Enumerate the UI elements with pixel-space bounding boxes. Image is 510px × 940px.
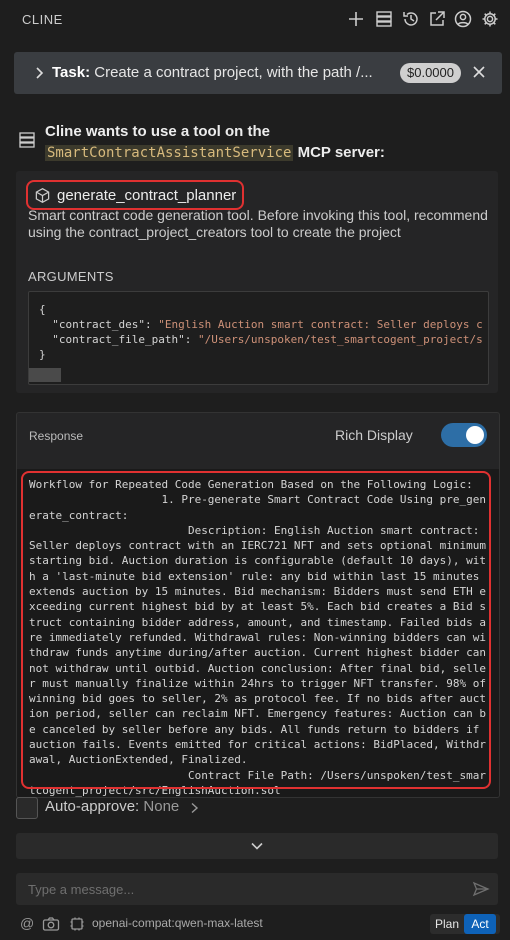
json-open: { — [39, 303, 46, 316]
response-highlight — [21, 471, 491, 789]
arguments-code: { "contract_des": "English Auction smart… — [39, 303, 483, 361]
json-value: "/Users/unspoken/test_smartcogent_projec… — [197, 333, 483, 346]
plan-act-toggle[interactable]: Plan Act — [430, 914, 500, 934]
response-content[interactable]: Workflow for Repeated Code Generation Ba… — [17, 469, 499, 797]
message-input[interactable] — [16, 873, 498, 905]
task-label: Task: — [52, 64, 91, 81]
tool-name: generate_contract_planner — [57, 186, 237, 204]
json-key: "contract_file_path" — [52, 333, 185, 346]
tool-request-suffix: MCP server: — [297, 144, 385, 161]
task-text: Task: Create a contract project, with th… — [52, 64, 394, 81]
popout-icon[interactable] — [427, 9, 447, 29]
header-bar: CLINE — [0, 0, 510, 40]
horizontal-scrollbar[interactable] — [29, 368, 61, 382]
task-description: Create a contract project, with the path… — [94, 64, 373, 81]
model-icon[interactable] — [70, 917, 84, 931]
arguments-label: ARGUMENTS — [28, 269, 114, 284]
chevron-down-icon — [251, 842, 263, 850]
task-header[interactable]: Task: Create a contract project, with th… — [14, 52, 502, 94]
json-value: "English Auction smart contract: Seller … — [158, 318, 483, 331]
tool-request-header: Cline wants to use a tool on the SmartCo… — [45, 121, 500, 164]
arguments-code-block[interactable]: { "contract_des": "English Auction smart… — [28, 291, 489, 385]
mcp-servers-icon[interactable] — [374, 9, 394, 29]
mcp-server-name: SmartContractAssistantService — [45, 145, 294, 161]
tool-description: Smart contract code generation tool. Bef… — [28, 207, 488, 240]
history-icon[interactable] — [401, 9, 421, 29]
package-icon — [35, 187, 50, 203]
toggle-knob — [466, 426, 484, 444]
rich-display-label: Rich Display — [335, 427, 413, 443]
server-icon — [18, 131, 36, 149]
auto-approve-checkbox[interactable] — [16, 797, 38, 819]
send-icon[interactable] — [472, 880, 490, 898]
response-card: Response Rich Display Workflow for Repea… — [16, 412, 500, 798]
plan-mode-button[interactable]: Plan — [430, 914, 464, 934]
at-mention-icon[interactable]: @ — [20, 915, 34, 931]
chevron-right-icon[interactable] — [32, 65, 46, 81]
chevron-right-icon[interactable] — [188, 801, 200, 815]
tool-card: generate_contract_planner Smart contract… — [16, 171, 498, 393]
scroll-to-bottom-button[interactable] — [16, 833, 498, 859]
auto-approve-value: None — [143, 798, 180, 815]
close-icon[interactable] — [470, 63, 488, 81]
auto-approve-text: Auto-approve: — [45, 798, 140, 815]
app-title: CLINE — [22, 12, 63, 27]
camera-icon[interactable] — [42, 916, 60, 932]
model-selector[interactable]: openai-compat:qwen-max-latest — [92, 916, 263, 930]
task-cost-badge: $0.0000 — [400, 63, 461, 83]
response-label: Response — [29, 429, 84, 443]
json-key: "contract_des" — [52, 318, 145, 331]
settings-icon[interactable] — [480, 9, 500, 29]
account-icon[interactable] — [453, 9, 473, 29]
tool-request-prefix: Cline wants to use a tool on the — [45, 123, 271, 140]
json-close: } — [39, 348, 46, 361]
tool-name-highlight: generate_contract_planner — [26, 180, 245, 210]
auto-approve-label[interactable]: Auto-approve: None — [45, 798, 179, 815]
rich-display-toggle[interactable] — [441, 423, 487, 447]
plus-icon[interactable] — [346, 9, 366, 29]
act-mode-button[interactable]: Act — [464, 914, 496, 934]
